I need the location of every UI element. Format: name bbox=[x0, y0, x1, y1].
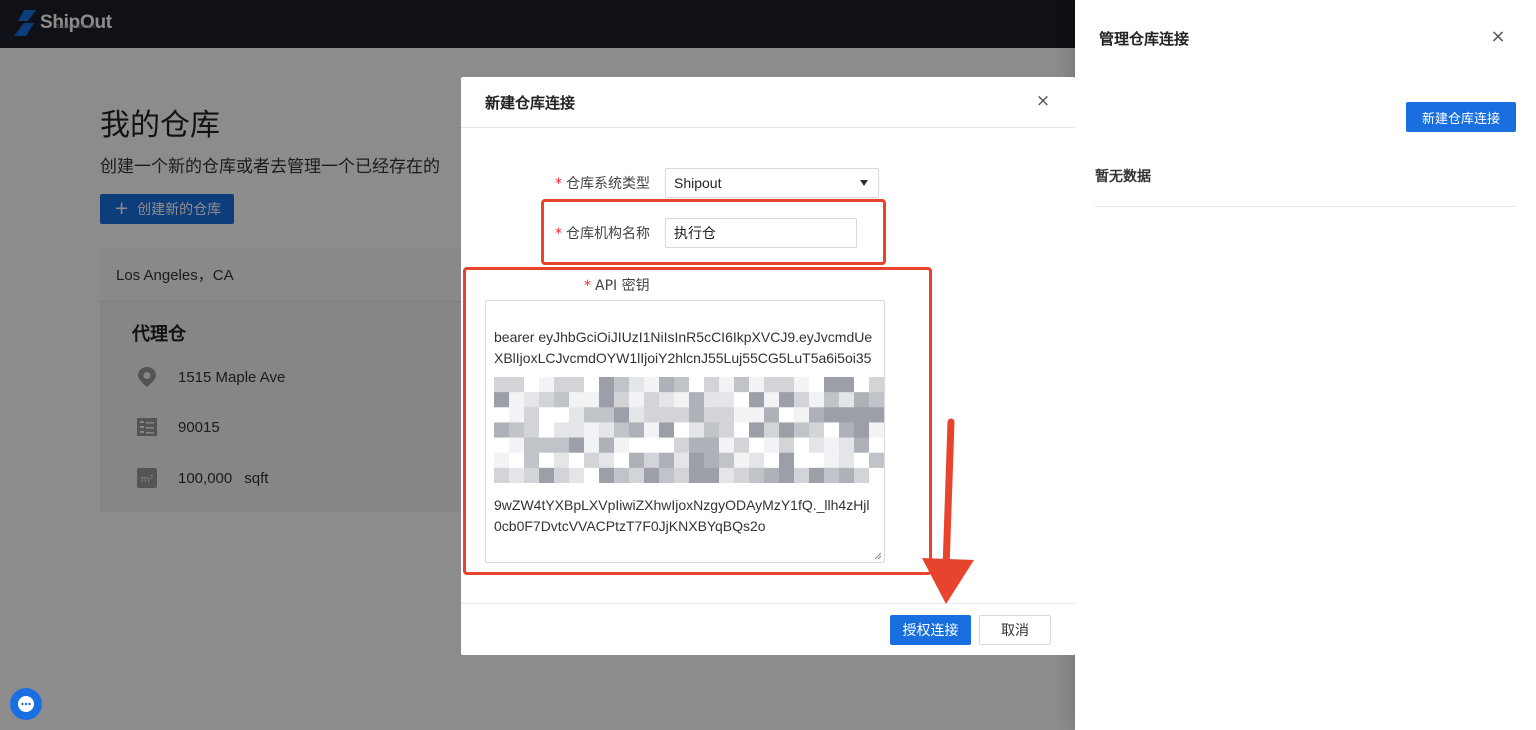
modal-title: 新建仓库连接 bbox=[485, 94, 576, 112]
drawer-divider bbox=[1095, 206, 1515, 207]
red-arrow-down-icon bbox=[922, 418, 974, 604]
authorize-connect-button[interactable]: 授权连接 bbox=[890, 615, 971, 645]
modal-footer-divider bbox=[461, 603, 1075, 604]
highlight-org-name bbox=[541, 199, 886, 265]
manage-connections-drawer: 管理仓库连接 × 新建仓库连接 暂无数据 bbox=[1075, 0, 1536, 730]
drawer-title: 管理仓库连接 bbox=[1099, 30, 1190, 48]
modal-header-divider bbox=[461, 127, 1075, 128]
cancel-button[interactable]: 取消 bbox=[979, 615, 1051, 645]
drawer-close-icon[interactable]: × bbox=[1489, 28, 1507, 46]
highlight-api-key bbox=[463, 267, 932, 575]
system-type-label: * 仓库系统类型 bbox=[555, 176, 650, 192]
modal-close-icon[interactable]: × bbox=[1035, 93, 1051, 110]
chat-support-icon[interactable] bbox=[10, 688, 42, 720]
system-type-value: Shipout bbox=[674, 175, 722, 191]
new-connection-button[interactable]: 新建仓库连接 bbox=[1406, 102, 1516, 132]
caret-down-icon bbox=[860, 180, 868, 186]
required-mark: * bbox=[555, 176, 562, 192]
empty-state-text: 暂无数据 bbox=[1095, 169, 1151, 185]
system-type-select[interactable]: Shipout bbox=[665, 168, 879, 198]
